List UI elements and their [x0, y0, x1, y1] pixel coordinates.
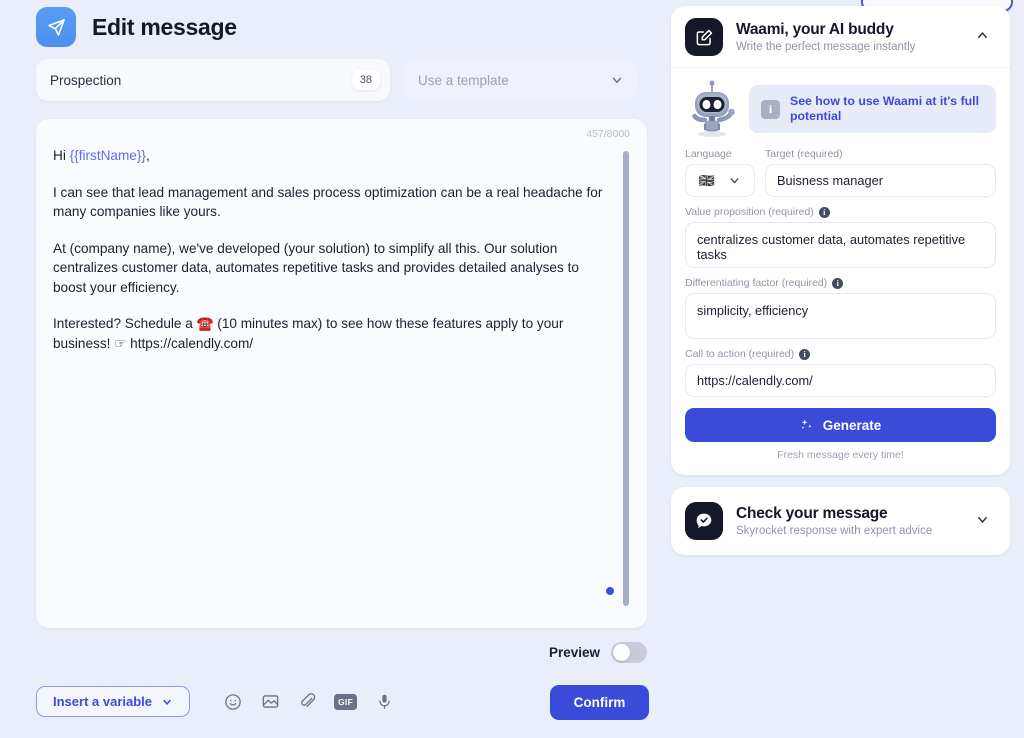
info-icon[interactable]: i: [818, 206, 830, 218]
message-text[interactable]: Hi {{firstName}}, I can see that lead ma…: [53, 146, 603, 353]
language-select[interactable]: 🇬🇧: [685, 164, 755, 197]
waami-card: Waami, your AI buddy Write the perfect m…: [671, 6, 1010, 475]
compose-edit-icon: [685, 18, 723, 56]
info-icon: i: [761, 99, 780, 119]
waami-card-header[interactable]: Waami, your AI buddy Write the perfect m…: [671, 6, 1010, 67]
check-message-title: Check your message: [736, 505, 888, 522]
value-proposition-label-text: Value proposition (required): [685, 206, 814, 218]
attachment-icons: GIF: [223, 692, 394, 712]
value-proposition-input[interactable]: centralizes customer data, automates rep…: [685, 222, 996, 268]
generate-button-label: Generate: [822, 417, 882, 433]
call-to-action-label: Call to action (required) i: [685, 348, 996, 360]
chevron-down-icon: [730, 178, 739, 184]
chat-check-icon: [685, 502, 723, 540]
send-plane-icon: [36, 7, 76, 47]
editor-caret-indicator: [606, 587, 614, 595]
waami-promo-text: See how to use Waami at it's full potent…: [790, 94, 980, 123]
target-field: Target (required) Buisness manager: [765, 148, 996, 197]
message-paragraph-3: Interested? Schedule a ☎️ (10 minutes ma…: [53, 316, 564, 351]
language-target-row: Language 🇬🇧 Target (required) Buisness m…: [685, 148, 996, 197]
gif-icon[interactable]: GIF: [334, 693, 358, 710]
generate-button[interactable]: Generate: [685, 408, 996, 442]
greeting-suffix: ,: [145, 148, 150, 163]
variable-token-firstname: {{firstName}}: [69, 148, 146, 163]
target-label: Target (required): [765, 148, 843, 160]
editor-column: Edit message Prospection 38 Use a templa…: [0, 0, 662, 738]
chevron-down-icon: [612, 77, 622, 84]
waami-card-text: Waami, your AI buddy Write the perfect m…: [736, 21, 975, 53]
language-label: Language: [685, 148, 732, 160]
language-field: Language 🇬🇧: [685, 148, 755, 197]
flag-icon: 🇬🇧: [698, 172, 715, 188]
check-message-subtitle: Skyrocket response with expert advice: [736, 525, 933, 537]
check-message-card[interactable]: Check your message Skyrocket response wi…: [671, 487, 1010, 555]
confirm-button[interactable]: Confirm: [550, 685, 649, 720]
character-counter: 457/8000: [586, 128, 630, 140]
differentiating-factor-field: Differentiating factor (required) i simp…: [685, 277, 996, 339]
editor-toolbar: Insert a variable GIF: [36, 686, 394, 717]
differentiating-factor-label-text: Differentiating factor (required): [685, 277, 828, 289]
waami-promo-banner[interactable]: i See how to use Waami at it's full pote…: [749, 85, 996, 133]
message-name-value: Prospection: [50, 72, 122, 88]
waami-card-title: Waami, your AI buddy: [736, 21, 894, 38]
page-header: Edit message: [36, 7, 237, 47]
check-message-header[interactable]: Check your message Skyrocket response wi…: [671, 487, 1010, 555]
preview-toggle[interactable]: [611, 642, 647, 663]
editor-scrollbar[interactable]: [623, 151, 629, 606]
preview-toggle-row: Preview: [549, 642, 647, 663]
message-paragraph-1: I can see that lead management and sales…: [53, 184, 603, 220]
insert-variable-label: Insert a variable: [53, 694, 152, 709]
differentiating-factor-input[interactable]: simplicity, efficiency: [685, 293, 996, 339]
call-to-action-input[interactable]: https://calendly.com/: [685, 364, 996, 397]
greeting-prefix: Hi: [53, 148, 70, 163]
waami-card-subtitle: Write the perfect message instantly: [736, 41, 916, 53]
robot-mascot-icon: [692, 80, 735, 137]
image-icon[interactable]: [260, 692, 280, 712]
message-editor[interactable]: 457/8000 Hi {{firstName}}, I can see tha…: [36, 119, 647, 628]
insert-variable-button[interactable]: Insert a variable: [36, 686, 190, 717]
message-name-counter: 38: [351, 70, 380, 90]
check-message-text: Check your message Skyrocket response wi…: [736, 505, 975, 537]
message-paragraph-greeting: Hi {{firstName}},: [53, 146, 603, 166]
info-icon[interactable]: i: [832, 277, 844, 289]
message-paragraph-2: At (company name), we've developed (your…: [53, 240, 579, 295]
value-proposition-field: Value proposition (required) i centraliz…: [685, 206, 996, 268]
value-proposition-label: Value proposition (required) i: [685, 206, 996, 218]
call-to-action-label-text: Call to action (required): [685, 348, 795, 360]
message-name-input[interactable]: Prospection 38: [36, 59, 390, 101]
assistant-panel: Waami, your AI buddy Write the perfect m…: [671, 6, 1010, 555]
emoji-icon[interactable]: [223, 692, 243, 712]
template-select-placeholder: Use a template: [418, 72, 509, 88]
chevron-up-icon[interactable]: [975, 28, 990, 47]
microphone-icon[interactable]: [374, 692, 394, 712]
app-root: Edit message Prospection 38 Use a templa…: [0, 0, 1024, 738]
preview-label: Preview: [548, 645, 600, 660]
template-select[interactable]: Use a template: [404, 59, 638, 101]
attachment-icon[interactable]: [297, 692, 317, 712]
toggle-knob: [613, 644, 630, 661]
info-icon[interactable]: i: [799, 348, 811, 360]
target-input[interactable]: Buisness manager: [765, 164, 996, 197]
waami-card-body: i See how to use Waami at it's full pote…: [671, 67, 1010, 475]
message-meta-row: Prospection 38 Use a template: [36, 59, 638, 101]
chevron-down-icon[interactable]: [975, 512, 990, 531]
generate-note: Fresh message every time!: [777, 449, 904, 461]
call-to-action-field: Call to action (required) i https://cale…: [685, 348, 996, 397]
page-title: Edit message: [92, 13, 237, 40]
sparkles-icon: [801, 419, 812, 429]
chevron-down-icon: [163, 699, 171, 705]
differentiating-factor-label: Differentiating factor (required) i: [685, 277, 996, 289]
waami-promo-row: i See how to use Waami at it's full pote…: [685, 80, 996, 138]
